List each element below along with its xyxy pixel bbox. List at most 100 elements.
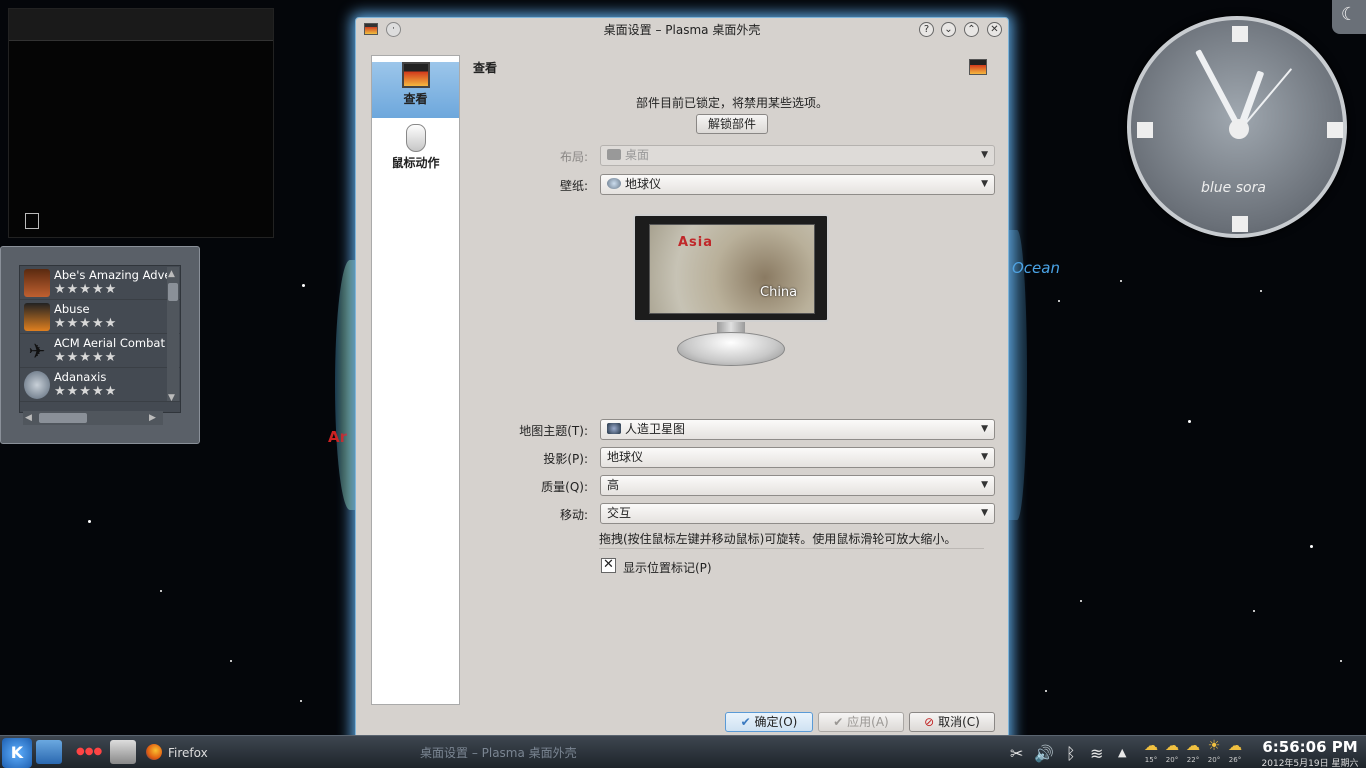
horizontal-scroll-thumb[interactable] [39,413,87,423]
maximize-button[interactable]: ⌃ [964,22,979,37]
task-desktop-settings[interactable]: 桌面设置 – Plasma 桌面外壳 [420,744,577,761]
clock-date: 2012年5月19日 星期六 [1261,759,1359,768]
chevron-down-icon: ▼ [981,150,988,160]
games-list: Abe's Amazing Adver ★★★★★ Abuse ★★★★★ ✈ … [19,265,181,413]
moon-icon[interactable]: ☾ [1332,0,1366,34]
apply-button: ✔ 应用(A) [818,712,904,732]
clock-mark [1137,122,1153,138]
check-icon: ✔ [740,715,751,729]
page-title: 查看 [473,61,498,75]
taskbar: K ●●● Firefox 桌面设置 – Plasma 桌面外壳 ✂ 🔊 ᛒ ≋… [0,735,1366,768]
scroll-down-icon[interactable]: ▼ [168,393,175,403]
globe-icon [607,178,621,189]
clock-center [1229,119,1249,139]
rating-stars[interactable]: ★★★★★ [54,350,117,365]
firefox-icon [146,744,162,760]
minimize-button[interactable]: ⌄ [941,22,956,37]
volume-icon[interactable]: 🔊 [1034,744,1054,763]
title-bar[interactable]: · 桌面设置 – Plasma 桌面外壳 ? ⌄ ⌃ ✕ [356,18,1008,42]
jet-game-icon: ✈ [24,337,50,365]
preview-china-label: China [760,285,798,300]
ok-button[interactable]: ✔ 确定(O) [725,712,813,732]
app-icon[interactable] [364,23,378,35]
wifi-icon[interactable]: ≋ [1090,744,1103,763]
monitor-icon [401,62,430,88]
projection-select[interactable]: 地球仪 ▼ [600,447,995,468]
show-placemarks-checkbox[interactable]: ✕ [601,558,616,573]
layout-label: 布局: [559,150,588,164]
show-desktop-icon[interactable] [110,740,136,764]
list-item[interactable]: ✈ ACM Aerial Combat ★★★★★ [20,334,180,368]
wallpaper-preview: Asia China [633,214,829,370]
globe-place-label: Ar [328,428,348,446]
list-item[interactable]: Abuse ★★★★★ [20,300,180,334]
tray-expand-icon[interactable]: ▲ [1118,746,1126,759]
rating-stars[interactable]: ★★★★★ [54,384,117,399]
digital-clock[interactable]: 6:56:06 PM 2012年5月19日 星期六 [1256,738,1364,768]
list-item[interactable]: Adanaxis ★★★★★ [20,368,180,402]
cancel-icon: ⊘ [924,715,935,729]
wallpaper-label: 壁纸: [559,179,588,193]
rating-stars[interactable]: ★★★★★ [54,282,117,297]
weather-icon[interactable]: ☁ [1142,738,1160,754]
movement-hint: 拖拽(按住鼠标左键并移动鼠标)可旋转。使用鼠标滑轮可放大缩小。 [599,532,957,546]
mouse-icon [405,124,426,152]
chevron-down-icon: ▼ [981,424,988,434]
scroll-left-icon[interactable]: ◀ [25,413,32,423]
dark-widget-panel [8,8,274,238]
weather-icon[interactable]: ☁ [1184,738,1202,754]
activities-icon[interactable]: ●●● [76,740,102,764]
check-icon: ✔ [833,715,844,729]
desktop-settings-dialog: · 桌面设置 – Plasma 桌面外壳 ? ⌄ ⌃ ✕ 查看 鼠标动作 查看 … [355,17,1009,749]
panel-handle-icon[interactable] [25,213,39,229]
cancel-button[interactable]: ⊘ 取消(C) [909,712,995,732]
monitor-icon [969,59,987,75]
close-button[interactable]: ✕ [987,22,1002,37]
scissors-icon[interactable]: ✂ [1010,744,1023,763]
clock-time: 6:56:06 PM [1262,738,1358,756]
folder-view-icon[interactable] [36,740,62,764]
vertical-scroll-thumb[interactable] [168,283,178,301]
locked-message: 部件目前已锁定，将禁用某些选项。 [636,96,829,110]
show-placemarks-label[interactable]: 显示位置标记(P) [623,559,712,576]
wallpaper-select[interactable]: 地球仪 ▼ [600,174,995,195]
abe-game-icon [24,269,50,297]
clock-mark [1232,216,1248,232]
analog-clock[interactable]: blue sora [1127,16,1347,238]
clock-mark [1232,26,1248,42]
bluetooth-icon[interactable]: ᛒ [1066,744,1076,763]
help-button[interactable]: ? [919,22,934,37]
weather-icon[interactable]: ☁ [1226,738,1244,754]
desktop-layout-icon [607,149,621,160]
projection-label: 投影(P): [543,452,588,466]
sidebar-item-view[interactable]: 查看 [372,62,459,118]
clock-mark [1327,122,1343,138]
chevron-down-icon: ▼ [981,179,988,189]
panel-header [9,9,273,41]
map-theme-label: 地图主题(T): [519,424,588,438]
preview-asia-label: Asia [678,235,714,250]
quality-select[interactable]: 高 ▼ [600,475,995,496]
weather-icon[interactable]: ☁ [1163,738,1181,754]
planet-game-icon [24,371,50,399]
games-widget: Abe's Amazing Adver ★★★★★ Abuse ★★★★★ ✈ … [0,246,200,444]
divider [599,548,984,549]
list-item[interactable]: Abe's Amazing Adver ★★★★★ [20,266,180,300]
pin-icon[interactable]: · [386,22,401,37]
window-title: 桌面设置 – Plasma 桌面外壳 [603,23,761,37]
unlock-widgets-button[interactable]: 解锁部件 [696,114,768,134]
scroll-up-icon[interactable]: ▲ [168,269,175,279]
map-theme-select[interactable]: 人造卫星图 ▼ [600,419,995,440]
movement-label: 移动: [559,508,588,522]
chevron-down-icon: ▼ [981,508,988,518]
clock-brand: blue sora [1201,180,1266,196]
kde-menu-button[interactable]: K [2,738,32,768]
scroll-right-icon[interactable]: ▶ [149,413,156,423]
rating-stars[interactable]: ★★★★★ [54,316,117,331]
ocean-label: Ocean [1012,259,1060,277]
movement-select[interactable]: 交互 ▼ [600,503,995,524]
satellite-icon [607,423,621,434]
sidebar-item-mouse-actions[interactable]: 鼠标动作 [372,124,459,180]
weather-icon[interactable]: ☀ [1205,738,1223,754]
task-firefox[interactable]: Firefox [146,740,208,766]
